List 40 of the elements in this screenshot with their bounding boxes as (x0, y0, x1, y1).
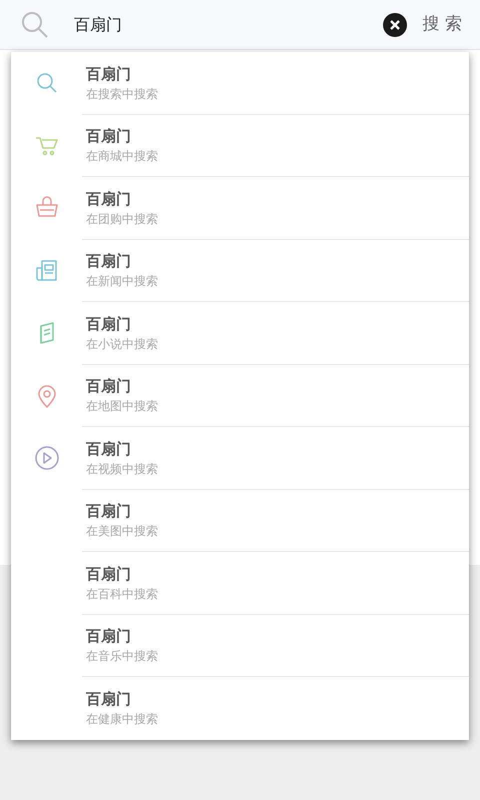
suggestion-title: 百扇门 (86, 314, 132, 335)
search-button[interactable]: 搜 索 (422, 12, 462, 38)
suggestion-item[interactable]: 百扇门 在音乐中搜索 (11, 614, 469, 677)
suggestion-subtitle: 在视频中搜索 (86, 460, 159, 478)
suggestion-title: 百扇门 (86, 376, 132, 398)
suggestion-title: 百扇门 (86, 188, 132, 210)
suggestion-title: 百扇门 (86, 126, 132, 148)
suggestion-subtitle: 在商城中搜索 (86, 148, 159, 166)
suggestion-subtitle: 在搜索中搜索 (86, 86, 159, 103)
suggestion-title: 百扇门 (86, 501, 132, 522)
suggestion-title: 百扇门 (86, 438, 132, 460)
suggestion-item[interactable]: 百扇门 在视频中搜索 (11, 427, 469, 490)
suggestion-subtitle: 在百科中搜索 (86, 586, 159, 603)
suggestion-item[interactable]: 百扇门 在健康中搜索 (11, 677, 469, 740)
suggestion-item[interactable]: 百扇门 在商城中搜索 (11, 114, 469, 177)
suggestion-title: 百扇门 (86, 564, 132, 585)
play-icon (34, 445, 60, 472)
suggestion-title: 百扇门 (86, 64, 132, 85)
suggestion-item[interactable]: 百扇门 在百科中搜索 (11, 552, 469, 614)
suggestion-item[interactable]: 百扇门 在小说中搜索 (11, 302, 469, 364)
close-icon (390, 20, 400, 30)
search-field[interactable]: 百扇门 (74, 12, 383, 36)
clear-button[interactable] (382, 12, 407, 36)
search-icon (20, 10, 50, 40)
suggestion-item[interactable]: 百扇门 在团购中搜索 (11, 177, 469, 240)
suggestion-subtitle: 在美图中搜索 (86, 523, 159, 540)
suggestion-subtitle: 在音乐中搜索 (86, 648, 159, 666)
suggestion-subtitle: 在新闻中搜索 (86, 273, 159, 290)
suggestion-item[interactable]: 百扇门 在新闻中搜索 (11, 240, 469, 302)
suggestion-title: 百扇门 (86, 251, 132, 272)
suggestion-item[interactable]: 百扇门 在地图中搜索 (11, 364, 469, 427)
suggestion-subtitle: 在小说中搜索 (86, 336, 159, 353)
suggestion-subtitle: 在团购中搜索 (86, 210, 159, 228)
suggestion-subtitle: 在地图中搜索 (86, 398, 159, 416)
newspaper-icon (34, 258, 60, 284)
suggestion-title: 百扇门 (86, 626, 132, 648)
suggestion-subtitle: 在健康中搜索 (86, 711, 159, 728)
suggestion-item[interactable]: 百扇门 在搜索中搜索 (11, 52, 469, 114)
suggestion-title: 百扇门 (86, 689, 132, 710)
suggestion-item[interactable]: 百扇门 在美图中搜索 (11, 490, 469, 552)
